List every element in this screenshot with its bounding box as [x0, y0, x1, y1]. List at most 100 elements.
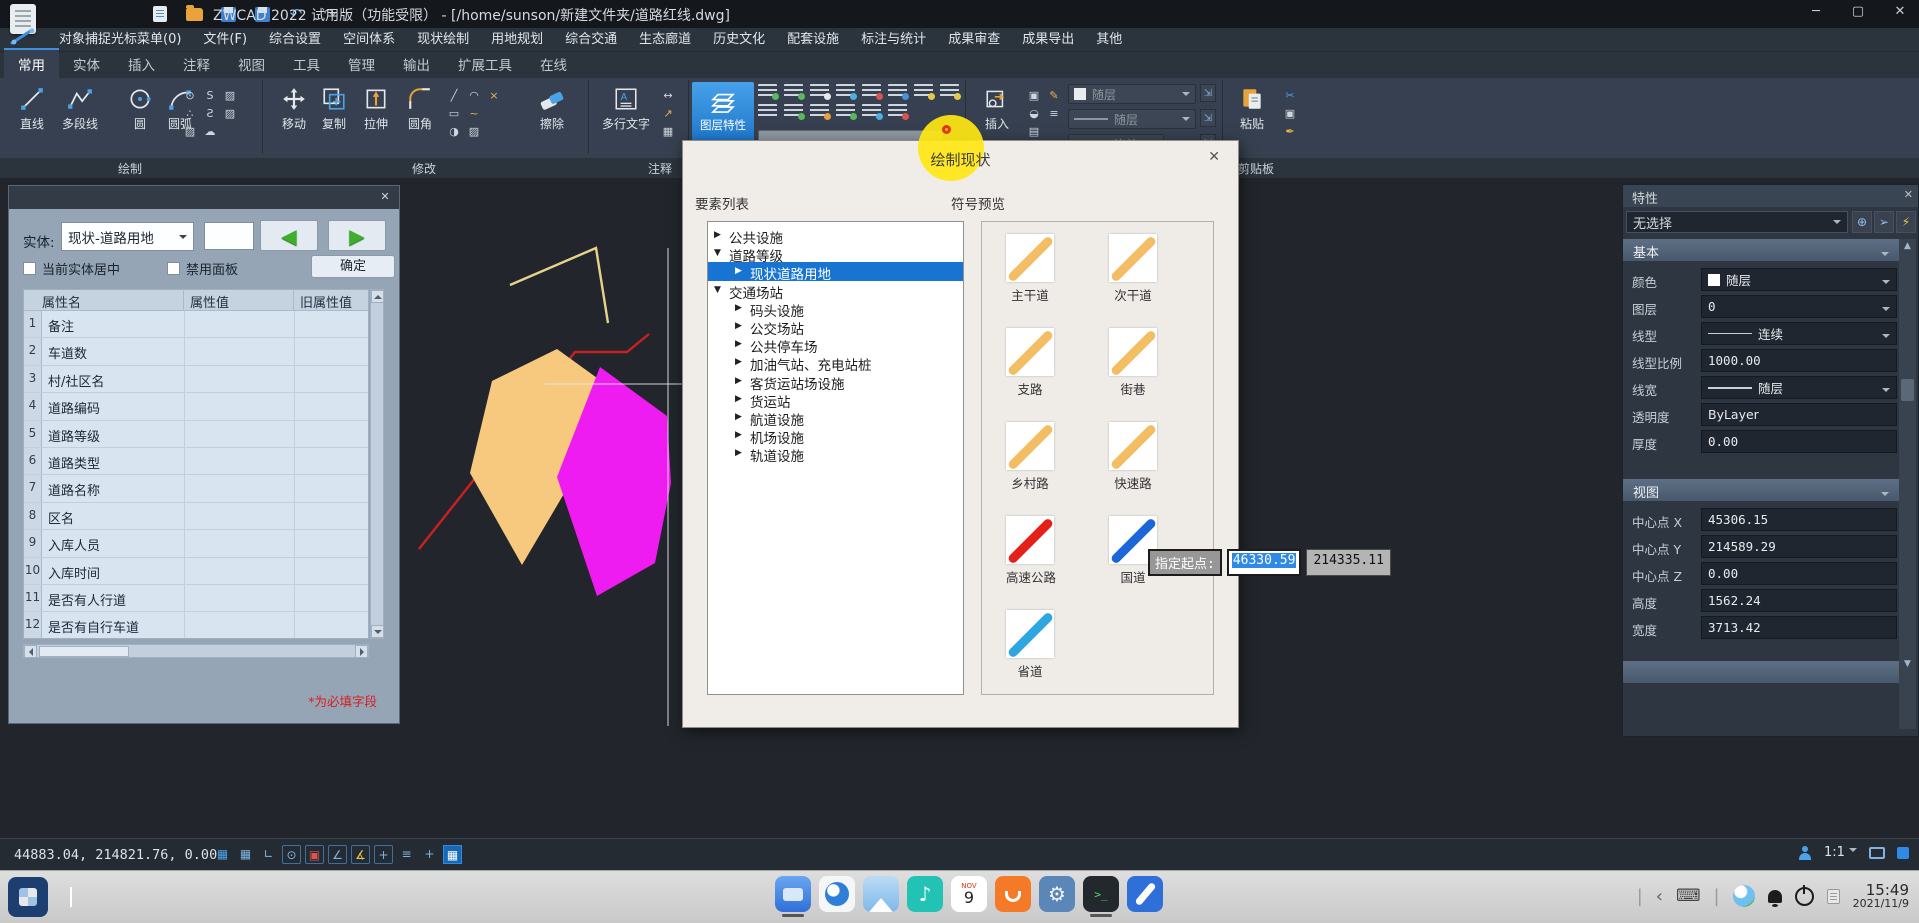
tree-item[interactable]: ▶客货运站场设施 — [708, 372, 963, 390]
tree-item[interactable]: ▶货运站 — [708, 390, 963, 408]
rectangle-edit-icon[interactable]: ▭ — [446, 106, 462, 121]
tree-arrow-icon[interactable]: ▶ — [735, 412, 742, 422]
section-header[interactable]: 视图 — [1623, 479, 1899, 501]
matchprop-icon[interactable]: ✒ — [1282, 124, 1298, 139]
tab-output[interactable]: 输出 — [389, 50, 444, 78]
list-icon[interactable]: ≡ — [1046, 106, 1062, 121]
attribute-row[interactable]: 8区名 — [24, 503, 368, 530]
symbol-item[interactable]: 次干道 — [1109, 234, 1157, 304]
app-logo[interactable] — [6, 4, 44, 48]
tab-solid[interactable]: 实体 — [59, 50, 114, 78]
menu-review[interactable]: 成果审查 — [937, 28, 1011, 52]
otrack-icon[interactable]: ∡ — [351, 845, 370, 864]
tree-arrow-icon[interactable]: ▶ — [735, 266, 742, 276]
point-icon[interactable]: ∴ — [182, 106, 198, 121]
menu-file[interactable]: 文件(F) — [192, 28, 258, 52]
menu-other[interactable]: 其他 — [1085, 28, 1133, 52]
attribute-row[interactable]: 10入库时间 — [24, 558, 368, 585]
photos-icon[interactable] — [863, 876, 899, 912]
file-manager-icon[interactable] — [775, 876, 811, 912]
polyline-button[interactable]: 多段线 — [52, 82, 108, 154]
hatch-edit-icon[interactable]: ▨ — [466, 124, 482, 139]
tab-view[interactable]: 视图 — [224, 50, 279, 78]
copyclip-icon[interactable]: ▣ — [1282, 106, 1298, 121]
launcher-icon[interactable] — [8, 877, 48, 917]
app-store-icon[interactable] — [995, 876, 1031, 912]
table-vscrollbar[interactable] — [370, 289, 384, 639]
symbol-item[interactable]: 主干道 — [1006, 234, 1054, 304]
layer-unisolate-icon[interactable] — [940, 84, 959, 98]
lineweight-dropdown[interactable]: 随层 — [1068, 109, 1196, 129]
attribute-row[interactable]: 3村/社区名 — [24, 366, 368, 393]
layer-prev-icon[interactable] — [836, 104, 855, 118]
tree-item[interactable]: ▼道路等级 — [708, 244, 963, 262]
tab-insert[interactable]: 插入 — [114, 50, 169, 78]
property-value[interactable]: 1000.00 — [1701, 349, 1897, 372]
menu-osnap[interactable]: 对象捕捉光标菜单(0) — [48, 28, 192, 52]
tree-arrow-icon[interactable]: ▶ — [735, 376, 742, 386]
layer-freeze-icon[interactable] — [836, 84, 855, 98]
layer-merge-icon[interactable] — [862, 104, 881, 118]
fillet-button[interactable]: 圆角 — [392, 82, 448, 154]
layer-isolate-icon[interactable] — [914, 84, 933, 98]
tree-item[interactable]: ▶轨道设施 — [708, 444, 963, 462]
tree-arrow-icon[interactable]: ▶ — [735, 430, 742, 440]
prev-entity-button[interactable]: ◀ — [260, 220, 318, 251]
snap-mode-icon[interactable]: ▦ — [236, 845, 255, 864]
minimize-button[interactable]: ─ — [1805, 2, 1827, 22]
tree-item[interactable]: ▶加油气站、充电站桩 — [708, 353, 963, 371]
break-icon[interactable]: × — [486, 88, 502, 103]
grid-display-icon[interactable]: ▦ — [213, 845, 232, 864]
music-icon[interactable]: ♪ — [907, 876, 943, 912]
menu-settings[interactable]: 综合设置 — [258, 28, 332, 52]
symbol-item[interactable]: 快速路 — [1109, 422, 1157, 492]
symbol-item[interactable]: 乡村路 — [1006, 422, 1054, 492]
palette-icon[interactable]: ◒ — [1026, 106, 1042, 121]
properties-scroll-thumb[interactable] — [1901, 379, 1914, 401]
center-entity-checkbox[interactable]: 当前实体居中 — [23, 259, 120, 278]
calendar-icon[interactable]: NOV9 — [951, 876, 987, 912]
property-value[interactable]: 3713.42 — [1701, 616, 1897, 639]
menu-history[interactable]: 历史文化 — [702, 28, 776, 52]
osnap-icon[interactable]: ⊙ — [282, 845, 301, 864]
symbol-tile[interactable] — [1006, 422, 1054, 470]
user-icon[interactable] — [1798, 846, 1812, 860]
symbol-tile[interactable] — [1109, 422, 1157, 470]
maximize-button[interactable]: ▢ — [1847, 2, 1869, 22]
hatch-icon[interactable]: ▨ — [222, 88, 238, 103]
layer-set-current-icon[interactable] — [784, 104, 803, 118]
property-value[interactable]: 连续 — [1701, 322, 1897, 345]
toggle-pickadd-icon[interactable]: ⚡ — [1896, 211, 1916, 233]
clock[interactable]: 15:49 2021/11/9 — [1853, 882, 1909, 911]
attribute-row[interactable]: 4道路编码 — [24, 393, 368, 420]
next-entity-button[interactable]: ▶ — [328, 220, 386, 251]
tree-item[interactable]: ▶码头设施 — [708, 299, 963, 317]
symbol-tile[interactable] — [1109, 328, 1157, 376]
block-icon[interactable]: ▣ — [1026, 88, 1042, 103]
leader-icon[interactable]: ↗ — [660, 106, 676, 121]
notifications-icon[interactable] — [1768, 890, 1782, 903]
select-objects-icon[interactable]: ➢ — [1874, 211, 1894, 233]
properties-scrollbar[interactable]: ▲ ▼ — [1899, 239, 1916, 729]
tree-arrow-icon[interactable]: ▶ — [735, 303, 742, 313]
property-value[interactable]: 随层 — [1701, 268, 1897, 291]
attribute-row[interactable]: 5道路等级 — [24, 421, 368, 448]
close-button[interactable]: ✕ — [1889, 2, 1911, 22]
layer-match-icon[interactable] — [810, 104, 829, 118]
layer-plain-icon[interactable] — [758, 104, 777, 118]
attribute-row[interactable]: 1备注 — [24, 311, 368, 338]
tree-arrow-icon[interactable]: ▼ — [714, 285, 721, 295]
symbol-tile[interactable] — [1006, 516, 1054, 564]
menu-export[interactable]: 成果导出 — [1011, 28, 1085, 52]
tab-online[interactable]: 在线 — [526, 50, 581, 78]
attribute-row[interactable]: 9入库人员 — [24, 530, 368, 557]
quick-select-icon[interactable]: ⊕ — [1852, 211, 1872, 233]
tab-manage[interactable]: 管理 — [334, 50, 389, 78]
symbol-tile[interactable] — [1109, 234, 1157, 282]
edit-block-icon[interactable]: ✎ — [1046, 88, 1062, 103]
trash-icon[interactable] — [1827, 889, 1840, 904]
mtext-button[interactable]: A 多行文字 — [594, 82, 658, 154]
disable-panel-checkbox-box[interactable] — [167, 262, 180, 275]
display-icon[interactable] — [1869, 847, 1885, 859]
entity-index-input[interactable] — [204, 222, 254, 250]
